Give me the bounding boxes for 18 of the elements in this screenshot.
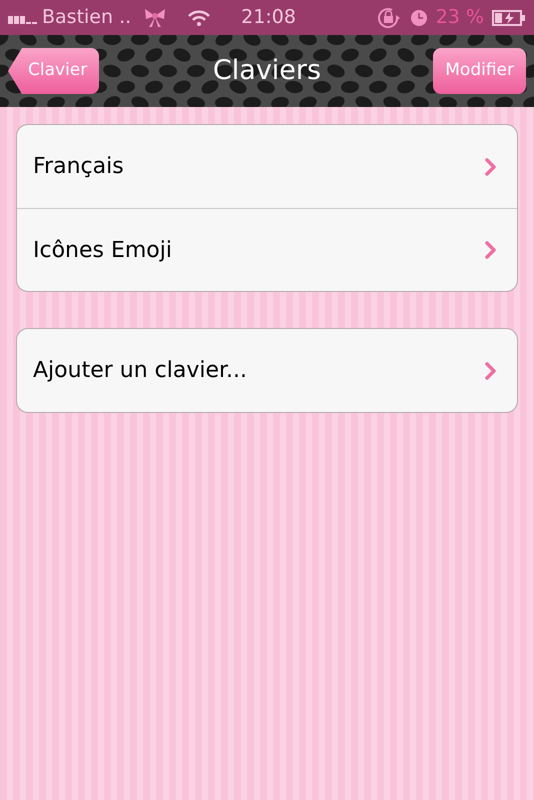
rotation-lock-icon xyxy=(376,6,402,30)
clock-time: 21:08 xyxy=(241,5,296,30)
carrier-name: Bastien .. xyxy=(42,5,132,30)
chevron-icon xyxy=(485,241,497,259)
screen-title: Claviers xyxy=(212,54,322,88)
bow-icon xyxy=(143,6,168,28)
settings-row[interactable]: Ajouter un clavier... xyxy=(17,329,517,412)
row-label: Icônes Emoji xyxy=(33,236,172,264)
chevron-icon xyxy=(485,158,497,176)
settings-row[interactable]: Français xyxy=(17,125,517,208)
chevron-icon xyxy=(485,362,497,380)
wifi-icon xyxy=(187,8,212,26)
alarm-icon xyxy=(410,8,428,26)
battery-charging-icon xyxy=(492,8,526,26)
row-label: Français xyxy=(33,153,124,181)
row-label: Ajouter un clavier... xyxy=(33,357,248,385)
settings-row[interactable]: Icônes Emoji xyxy=(17,208,517,291)
battery-percentage: 23 % xyxy=(436,5,484,30)
